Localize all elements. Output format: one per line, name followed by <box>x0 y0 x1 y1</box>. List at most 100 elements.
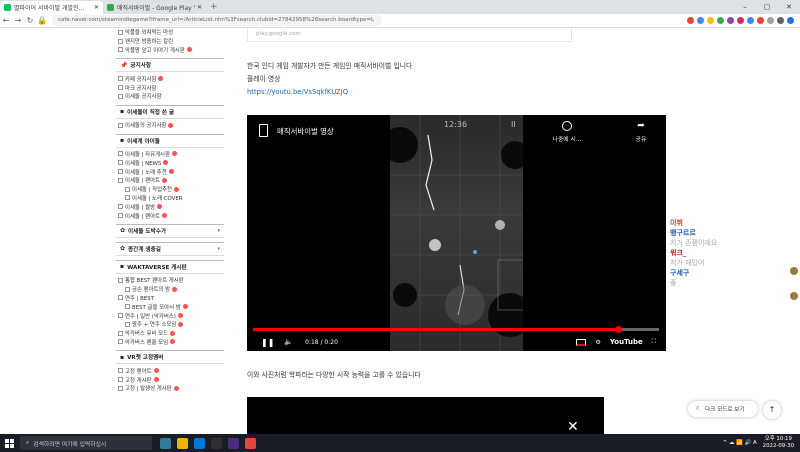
extension-icon[interactable] <box>757 17 764 24</box>
sidebar-item[interactable]: 이세돌 | 팬아트 <box>116 176 224 185</box>
sidebar-item[interactable]: 이세돌 | NEWS <box>116 158 224 167</box>
extension-icon[interactable] <box>747 17 754 24</box>
new-badge-icon <box>168 169 174 175</box>
fullscreen-icon[interactable]: ⛶ <box>652 338 656 346</box>
pause-icon[interactable]: ❚❚ <box>261 338 274 347</box>
extension-icon[interactable] <box>687 17 694 24</box>
sidebar-item[interactable]: 고정 게시판 <box>116 375 224 384</box>
minimize-button[interactable]: – <box>734 0 756 14</box>
video-progress-bar[interactable] <box>253 326 659 333</box>
sidebar-item[interactable]: 통합 BEST 팬아트 게시판 <box>116 276 224 285</box>
link-preview-card[interactable]: play.google.com <box>247 28 572 42</box>
sidebar-section-header[interactable]: ▪ WAKTAVERSE 게시판 <box>116 259 224 274</box>
taskbar-app-icon[interactable] <box>211 437 222 449</box>
windows-start-icon[interactable] <box>0 434 18 452</box>
tab-google-play[interactable]: 매직서바이벌 - Google Play 앱 ✕ <box>103 1 206 14</box>
subtitles-icon[interactable] <box>576 338 587 346</box>
taskbar-app-icon[interactable] <box>160 437 171 449</box>
extension-icon[interactable] <box>707 17 714 24</box>
new-tab-button[interactable]: + <box>210 1 218 14</box>
extension-icon[interactable] <box>727 17 734 24</box>
sidebar-item[interactable]: 연주 | BEST <box>116 294 224 303</box>
youtube-link[interactable]: https://youtu.be/VsSqkfKUZJQ <box>247 88 348 96</box>
sidebar-item[interactable]: 이세돌 공지사항 <box>116 92 224 101</box>
sidebar-section-header[interactable]: ▪ 이세계 아이돌 <box>116 133 224 148</box>
youtube-player[interactable]: 매직서바이벌 영상 12:36 II 나중에 시... ➦ 공유 ❚❚ 🔈 0:… <box>247 115 666 351</box>
sidebar-item[interactable]: 악카버스 팬클 모임 <box>116 338 224 347</box>
extension-icon[interactable] <box>787 17 794 24</box>
dark-mode-button[interactable]: ☾ 다크 모드로 보기 <box>688 401 758 417</box>
video-title[interactable]: 매직서바이벌 영상 <box>277 126 334 137</box>
sidebar-item[interactable]: 이세돌 | 자유게시판 <box>116 150 224 159</box>
sidebar-item[interactable]: 이세돌 | 팬아트 <box>116 211 224 220</box>
tab-naver-cafe[interactable]: 별파이어 서바이벌 개발진... ✕ <box>0 1 103 14</box>
url-input[interactable]: cafe.naver.com/steamindiegame?iframe_url… <box>52 15 382 26</box>
watch-later-button[interactable]: 나중에 시... <box>547 121 587 143</box>
volume-icon[interactable]: 🔈 <box>284 338 293 346</box>
chevron-down-icon[interactable]: ▾ <box>217 246 220 252</box>
game-timer: 12:36 <box>444 120 468 129</box>
sidebar-section-header[interactable]: ▪ 이세돌이 직접 쓴 글 <box>116 104 224 119</box>
scroll-top-button[interactable]: ↑ <box>763 401 781 419</box>
board-icon <box>125 186 130 192</box>
google-play-icon <box>107 4 114 11</box>
forward-icon[interactable]: → <box>12 16 24 25</box>
sidebar-section-header[interactable]: ✿ 이세돌 도박수가 ▾ <box>116 223 224 238</box>
sidebar-item[interactable]: 연주 | 일반 (악카버스) <box>116 311 224 320</box>
sidebar-section-header[interactable]: ▪ VR챗 고정멤버 <box>116 350 224 365</box>
reload-icon[interactable]: ↻ <box>24 16 36 25</box>
sidebar-item[interactable]: 카페 공지사항 <box>116 74 224 83</box>
extension-icon[interactable] <box>737 17 744 24</box>
extension-icon[interactable] <box>697 17 704 24</box>
back-icon[interactable]: ← <box>0 16 12 25</box>
sidebar-item[interactable]: BEST 글을 모아서 밤 <box>116 302 224 311</box>
sidebar-item[interactable]: 마크 공지사항 <box>116 83 224 92</box>
sidebar-item[interactable]: 고정 팬아트 <box>116 366 224 375</box>
sidebar-item[interactable]: 악플왕 앞고 이야기 게시판 <box>116 46 224 55</box>
close-icon[interactable]: ✕ <box>197 4 202 11</box>
channel-logo-icon[interactable] <box>259 124 268 137</box>
close-icon[interactable]: ✕ <box>567 419 579 434</box>
board-icon <box>118 47 123 53</box>
sidebar-section-header[interactable]: 📌 공지사항 <box>116 58 224 73</box>
extension-icon[interactable] <box>777 17 784 24</box>
taskbar-app-icon[interactable] <box>194 437 205 449</box>
section-title: 이세돌이 직접 쓴 글 <box>127 109 175 116</box>
sidebar-item[interactable]: 악플을 외쳐먹는 마성 <box>116 28 224 37</box>
sidebar-item[interactable]: 악카버스 뮤비 모드 <box>116 329 224 338</box>
maximize-button[interactable]: ▢ <box>756 0 778 14</box>
sidebar-item[interactable]: 왕주 + 연주 소모임 <box>116 320 224 329</box>
sidebar-item[interactable]: 이세돌 | 짤방 <box>116 202 224 211</box>
close-icon[interactable]: ✕ <box>94 4 99 11</box>
tab-bar: 별파이어 서바이벌 개발진... ✕ 매직서바이벌 - Google Play … <box>0 0 800 14</box>
chevron-down-icon[interactable]: ▾ <box>217 228 220 234</box>
sidebar-section-header[interactable]: ✿ 종간계 생충길 ▾ <box>116 241 224 256</box>
page-content: 악플을 외쳐먹는 마성 왠지만 방종하는 칼린 악플왕 앞고 이야기 게시판 📌 공지사… <box>0 28 800 434</box>
taskbar-app-icon[interactable] <box>177 437 188 449</box>
sidebar-item[interactable]: 왠지만 방종하는 칼린 <box>116 37 224 46</box>
sidebar-item[interactable]: 이세돌 | 노래 추천 <box>116 167 224 176</box>
sidebar-item[interactable]: 금손 팬아트의 밤 <box>116 285 224 294</box>
second-video-player[interactable]: ✕ <box>247 397 604 434</box>
sidebar-item[interactable]: 고정 | 발생성 게시판 <box>116 384 224 393</box>
share-button[interactable]: ➦ 공유 <box>627 121 655 143</box>
sidebar-item[interactable]: 이세돌의 공지사항 <box>116 121 224 130</box>
sidebar-item-label: 고정 게시판 <box>125 377 152 384</box>
taskbar-app-icon[interactable] <box>245 437 256 449</box>
clock[interactable]: 오후 10:19 2022-09-30 <box>763 436 794 450</box>
article-text: 이와 사진처럼 학파라는 다양한 시작 능력을 고를 수 있습니다 <box>247 371 421 379</box>
sidebar-item[interactable]: 이세돌 | 노래 COVER <box>116 194 224 203</box>
extension-icon[interactable] <box>717 17 724 24</box>
youtube-logo[interactable]: YouTube <box>610 338 643 346</box>
sidebar-item[interactable]: 이세돌 | 작업추천 <box>116 185 224 194</box>
close-window-button[interactable]: ✕ <box>778 0 800 14</box>
taskbar-search[interactable]: ⌕ 검색하려면 여기에 입력하십시 <box>20 436 152 450</box>
section-icon: ▪ <box>120 353 125 361</box>
tray-icons[interactable]: ^ ☁ 📶 🔊 A <box>723 440 757 446</box>
extension-icon[interactable] <box>767 17 774 24</box>
chat-overlay: 이뷔 뱅구르르 저거 존잼이에요 워크_ 저거 재밌어 구세구 좋 <box>670 218 717 288</box>
taskbar-app-icon[interactable] <box>228 437 239 449</box>
lock-icon[interactable]: 🔒 <box>36 16 48 25</box>
progress-scrubber[interactable] <box>614 326 622 333</box>
settings-gear-icon[interactable]: ⚙ <box>595 339 600 346</box>
